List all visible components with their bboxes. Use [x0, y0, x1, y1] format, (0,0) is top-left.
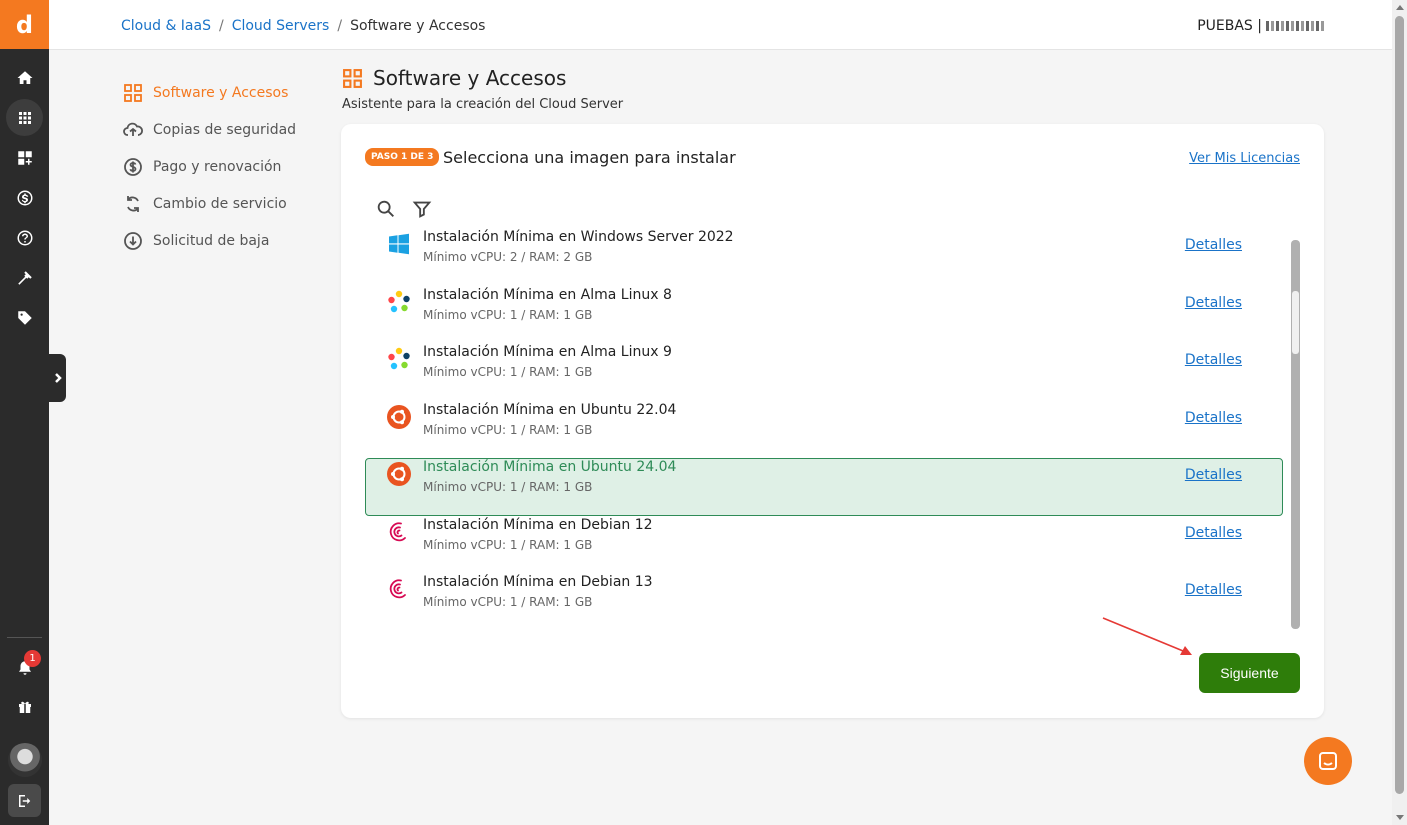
details-link[interactable]: Detalles	[1185, 467, 1242, 483]
list-item[interactable]: Instalación Mínima en Alma Linux 8 Mínim…	[365, 286, 1283, 344]
breadcrumb-link-cloud-iaas[interactable]: Cloud & IaaS	[121, 18, 211, 34]
tag-icon[interactable]	[6, 299, 43, 336]
menu-item-label: Software y Accesos	[153, 84, 289, 101]
download-circle-icon	[121, 230, 145, 252]
page-scrollbar-thumb[interactable]	[1395, 16, 1404, 794]
help-icon[interactable]	[6, 219, 43, 256]
details-link[interactable]: Detalles	[1185, 410, 1242, 426]
page-subtitle: Asistente para la creación del Cloud Ser…	[342, 97, 624, 112]
scroll-down-arrow-icon[interactable]	[1396, 815, 1404, 820]
image-name: Instalación Mínima en Ubuntu 22.04	[423, 401, 677, 418]
account-label: PUEBAS |	[1197, 18, 1262, 34]
page-title-text: Software y Accesos	[373, 66, 567, 90]
gift-icon[interactable]	[6, 688, 43, 725]
menu-item-label: Cambio de servicio	[153, 195, 287, 212]
rail-expand-toggle[interactable]	[49, 354, 66, 402]
step-badge: PASO 1 DE 3	[365, 148, 440, 166]
image-spec: Mínimo vCPU: 1 / RAM: 1 GB	[423, 537, 593, 552]
menu-item-label: Pago y renovación	[153, 158, 282, 175]
home-icon[interactable]	[6, 59, 43, 96]
menu-item-label: Solicitud de baja	[153, 232, 270, 249]
grid-icon	[343, 68, 362, 88]
view-licenses-link[interactable]: Ver Mis Licencias	[1189, 151, 1300, 166]
details-link[interactable]: Detalles	[1185, 295, 1242, 311]
debian-icon	[384, 517, 414, 547]
menu-item-copias-seguridad[interactable]: Copias de seguridad	[121, 111, 296, 148]
details-link[interactable]: Detalles	[1185, 525, 1242, 541]
windows-icon	[384, 229, 414, 259]
left-rail: d 1	[0, 0, 49, 825]
next-button[interactable]: Siguiente	[1199, 653, 1300, 693]
annotation-arrow	[1102, 617, 1192, 655]
scroll-up-arrow-icon[interactable]	[1396, 5, 1404, 10]
app-logo[interactable]: d	[0, 0, 49, 49]
image-list-scrollbar[interactable]	[1291, 240, 1300, 629]
step-title: Selecciona una imagen para instalar	[443, 148, 736, 167]
page-scrollbar[interactable]	[1392, 0, 1407, 825]
details-link[interactable]: Detalles	[1185, 582, 1242, 598]
menu-item-solicitud-baja[interactable]: Solicitud de baja	[121, 222, 296, 259]
menu-item-software-accesos[interactable]: Software y Accesos	[121, 74, 296, 111]
almalinux-icon	[384, 287, 414, 317]
dashboard-add-icon[interactable]	[6, 139, 43, 176]
debian-icon	[384, 574, 414, 604]
chat-launcher[interactable]	[1304, 737, 1352, 785]
breadcrumb-link-cloud-servers[interactable]: Cloud Servers	[232, 18, 330, 34]
image-name: Instalación Mínima en Ubuntu 24.04	[423, 459, 677, 475]
list-item[interactable]: Instalación Mínima en Windows Server 202…	[365, 228, 1283, 286]
breadcrumb-separator: /	[337, 18, 343, 34]
menu-item-pago-renovacion[interactable]: Pago y renovación	[121, 148, 296, 185]
image-spec: Mínimo vCPU: 1 / RAM: 1 GB	[423, 422, 593, 437]
image-spec: Mínimo vCPU: 1 / RAM: 1 GB	[423, 307, 593, 322]
filter-icon[interactable]	[411, 198, 433, 220]
search-icon[interactable]	[375, 198, 397, 220]
list-toolbar	[375, 198, 433, 220]
section-menu: Software y Accesos Copias de seguridad P…	[121, 74, 296, 259]
avatar[interactable]	[8, 743, 42, 777]
dollar-icon	[121, 156, 145, 178]
list-item[interactable]: Instalación Mínima en Ubuntu 22.04 Mínim…	[365, 401, 1283, 459]
chat-icon	[1319, 752, 1337, 770]
rail-divider	[7, 637, 42, 638]
ubuntu-icon	[384, 402, 414, 432]
chevron-right-icon	[54, 373, 62, 383]
image-name: Instalación Mínima en Debian 12	[423, 516, 653, 533]
image-spec: Mínimo vCPU: 1 / RAM: 1 GB	[423, 595, 593, 609]
notification-badge: 1	[24, 650, 41, 667]
billing-icon[interactable]	[6, 179, 43, 216]
menu-item-cambio-servicio[interactable]: Cambio de servicio	[121, 185, 296, 222]
image-name: Instalación Mínima en Alma Linux 8	[423, 286, 672, 303]
image-spec: Mínimo vCPU: 1 / RAM: 1 GB	[423, 480, 593, 494]
image-name: Instalación Mínima en Debian 13	[423, 574, 653, 590]
cloud-upload-icon	[121, 119, 145, 141]
tools-icon[interactable]	[6, 259, 43, 296]
details-link[interactable]: Detalles	[1185, 352, 1242, 368]
ubuntu-icon	[384, 459, 414, 489]
breadcrumb-separator: /	[218, 18, 224, 34]
image-list: Instalación Mínima en Windows Server 202…	[365, 228, 1283, 631]
details-link[interactable]: Detalles	[1185, 237, 1242, 253]
account-selector[interactable]: PUEBAS |	[1197, 18, 1324, 34]
list-item[interactable]: Instalación Mínima en Debian 12 Mínimo v…	[365, 516, 1283, 574]
refresh-icon	[121, 193, 145, 215]
breadcrumb: Cloud & IaaS / Cloud Servers / Software …	[121, 18, 485, 34]
image-spec: Mínimo vCPU: 1 / RAM: 1 GB	[423, 365, 593, 379]
logout-icon[interactable]	[8, 784, 41, 817]
list-item[interactable]: Instalación Mínima en Alma Linux 9 Mínim…	[365, 343, 1283, 401]
grid-icon	[121, 82, 145, 104]
list-item-selected[interactable]: Instalación Mínima en Ubuntu 24.04 Mínim…	[365, 458, 1283, 516]
page-title: Software y Accesos	[342, 66, 566, 90]
breadcrumb-current: Software y Accesos	[350, 18, 486, 34]
image-spec: Mínimo vCPU: 2 / RAM: 2 GB	[423, 250, 593, 264]
account-id-masked	[1266, 21, 1324, 31]
image-name: Instalación Mínima en Alma Linux 9	[423, 344, 672, 360]
menu-item-label: Copias de seguridad	[153, 121, 297, 138]
almalinux-icon	[384, 344, 414, 374]
image-name: Instalación Mínima en Windows Server 202…	[423, 229, 734, 245]
image-list-scrollbar-thumb[interactable]	[1292, 291, 1299, 354]
top-bar: Cloud & IaaS / Cloud Servers / Software …	[49, 0, 1392, 50]
apps-grid-icon[interactable]	[6, 99, 43, 136]
